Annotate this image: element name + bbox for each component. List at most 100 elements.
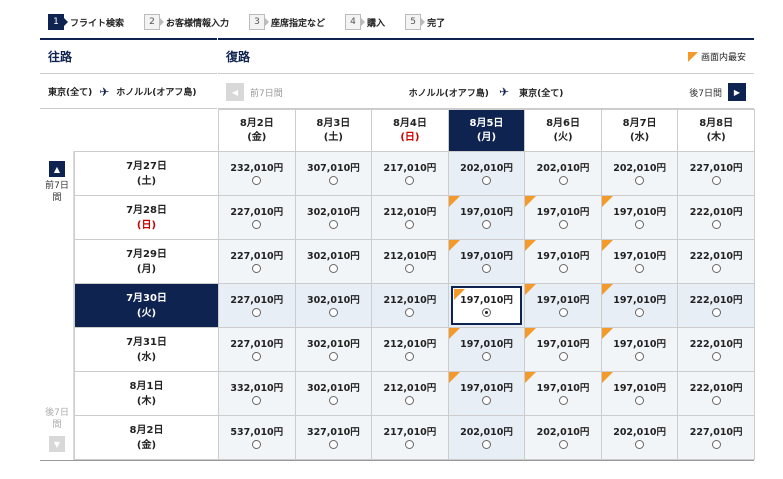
fare-cell[interactable]: 202,010円 xyxy=(600,151,679,196)
fare-cell[interactable]: 212,010円 xyxy=(371,195,449,240)
fare-radio[interactable] xyxy=(328,219,338,229)
outbound-date-cell[interactable]: 7月28日 (日) xyxy=(74,195,219,240)
fare-radio[interactable] xyxy=(328,439,338,449)
fare-cell[interactable]: 302,010円 xyxy=(294,239,373,284)
prev-7-days-button[interactable]: ◀ 前7日間 xyxy=(226,83,283,101)
fare-cell[interactable]: 197,010円 xyxy=(447,283,526,328)
outbound-date-cell[interactable]: 8月1日 (木) xyxy=(74,371,219,416)
fare-cell[interactable]: 222,010円 xyxy=(677,283,755,328)
fare-radio[interactable] xyxy=(481,175,491,185)
fare-cell[interactable]: 197,010円 xyxy=(600,195,679,240)
fare-cell[interactable]: 307,010円 xyxy=(294,151,373,196)
fare-cell[interactable]: 197,010円 xyxy=(600,327,679,372)
fare-radio[interactable] xyxy=(635,175,645,185)
fare-radio[interactable] xyxy=(252,439,262,449)
fare-radio[interactable] xyxy=(328,175,338,185)
fare-cell[interactable]: 217,010円 xyxy=(371,151,449,196)
outbound-date-cell[interactable]: 7月30日 (火) xyxy=(74,283,219,328)
fare-cell[interactable]: 197,010円 xyxy=(524,327,602,372)
fare-radio[interactable] xyxy=(558,395,568,405)
fare-radio[interactable] xyxy=(481,219,491,229)
fare-cell[interactable]: 212,010円 xyxy=(371,283,449,328)
fare-radio[interactable] xyxy=(711,263,721,273)
fare-cell[interactable]: 332,010円 xyxy=(218,371,296,416)
fare-cell[interactable]: 202,010円 xyxy=(524,415,602,460)
next-week-outbound-button[interactable]: ▼ xyxy=(49,436,65,452)
fare-radio[interactable] xyxy=(328,351,338,361)
fare-radio[interactable] xyxy=(405,439,415,449)
fare-cell[interactable]: 327,010円 xyxy=(294,415,373,460)
fare-radio[interactable] xyxy=(405,351,415,361)
fare-cell[interactable]: 197,010円 xyxy=(524,371,602,416)
fare-cell[interactable]: 197,010円 xyxy=(600,283,679,328)
fare-radio[interactable] xyxy=(635,219,645,229)
fare-radio[interactable] xyxy=(405,307,415,317)
fare-cell[interactable]: 197,010円 xyxy=(447,327,526,372)
fare-radio[interactable] xyxy=(711,175,721,185)
fare-radio[interactable] xyxy=(558,307,568,317)
fare-cell[interactable]: 202,010円 xyxy=(447,415,526,460)
fare-radio[interactable] xyxy=(558,263,568,273)
return-date-header[interactable]: 8月3日 (土) xyxy=(294,109,373,152)
fare-cell[interactable]: 302,010円 xyxy=(294,327,373,372)
fare-radio[interactable] xyxy=(558,439,568,449)
fare-cell[interactable]: 537,010円 xyxy=(218,415,296,460)
fare-radio[interactable] xyxy=(711,307,721,317)
fare-radio[interactable] xyxy=(711,351,721,361)
fare-radio[interactable] xyxy=(635,439,645,449)
outbound-date-cell[interactable]: 7月27日 (土) xyxy=(74,151,219,196)
outbound-date-cell[interactable]: 7月31日 (水) xyxy=(74,327,219,372)
fare-radio[interactable] xyxy=(558,351,568,361)
fare-cell[interactable]: 227,010円 xyxy=(677,151,755,196)
fare-cell[interactable]: 222,010円 xyxy=(677,371,755,416)
outbound-date-cell[interactable]: 8月2日 (金) xyxy=(74,415,219,460)
fare-cell[interactable]: 197,010円 xyxy=(447,371,526,416)
return-date-header[interactable]: 8月5日 (月) xyxy=(447,109,526,152)
outbound-date-cell[interactable]: 7月29日 (月) xyxy=(74,239,219,284)
fare-radio[interactable] xyxy=(711,439,721,449)
fare-cell[interactable]: 222,010円 xyxy=(677,195,755,240)
fare-cell[interactable]: 202,010円 xyxy=(600,415,679,460)
fare-radio[interactable] xyxy=(711,219,721,229)
fare-cell[interactable]: 232,010円 xyxy=(218,151,296,196)
fare-radio[interactable] xyxy=(481,439,491,449)
fare-cell[interactable]: 227,010円 xyxy=(218,239,296,284)
fare-radio[interactable] xyxy=(252,219,262,229)
fare-radio[interactable] xyxy=(405,219,415,229)
fare-cell[interactable]: 222,010円 xyxy=(677,239,755,284)
fare-radio[interactable] xyxy=(252,395,262,405)
fare-cell[interactable]: 212,010円 xyxy=(371,239,449,284)
fare-cell[interactable]: 227,010円 xyxy=(218,327,296,372)
fare-cell[interactable]: 212,010円 xyxy=(371,327,449,372)
fare-radio[interactable] xyxy=(635,351,645,361)
fare-radio[interactable] xyxy=(328,307,338,317)
next-7-days-button[interactable]: 後7日間 ▶ xyxy=(689,83,746,101)
fare-cell[interactable]: 197,010円 xyxy=(600,239,679,284)
fare-radio[interactable] xyxy=(328,263,338,273)
fare-radio[interactable] xyxy=(635,395,645,405)
fare-cell[interactable]: 197,010円 xyxy=(524,283,602,328)
return-date-header[interactable]: 8月2日 (金) xyxy=(218,109,296,152)
fare-cell[interactable]: 302,010円 xyxy=(294,195,373,240)
fare-radio[interactable] xyxy=(252,263,262,273)
fare-cell[interactable]: 197,010円 xyxy=(524,195,602,240)
fare-cell[interactable]: 222,010円 xyxy=(677,327,755,372)
fare-radio[interactable] xyxy=(481,307,491,317)
prev-week-outbound-button[interactable]: ▲ xyxy=(49,161,65,177)
return-date-header[interactable]: 8月8日 (木) xyxy=(677,109,755,152)
fare-radio[interactable] xyxy=(252,351,262,361)
fare-radio[interactable] xyxy=(252,307,262,317)
fare-radio[interactable] xyxy=(405,263,415,273)
fare-cell[interactable]: 302,010円 xyxy=(294,283,373,328)
fare-radio[interactable] xyxy=(405,395,415,405)
return-date-header[interactable]: 8月7日 (水) xyxy=(600,109,679,152)
return-date-header[interactable]: 8月6日 (火) xyxy=(524,109,602,152)
fare-radio[interactable] xyxy=(481,263,491,273)
fare-cell[interactable]: 197,010円 xyxy=(447,239,526,284)
fare-cell[interactable]: 197,010円 xyxy=(524,239,602,284)
fare-radio[interactable] xyxy=(635,307,645,317)
fare-radio[interactable] xyxy=(328,395,338,405)
fare-radio[interactable] xyxy=(635,263,645,273)
fare-radio[interactable] xyxy=(481,351,491,361)
fare-radio[interactable] xyxy=(405,175,415,185)
